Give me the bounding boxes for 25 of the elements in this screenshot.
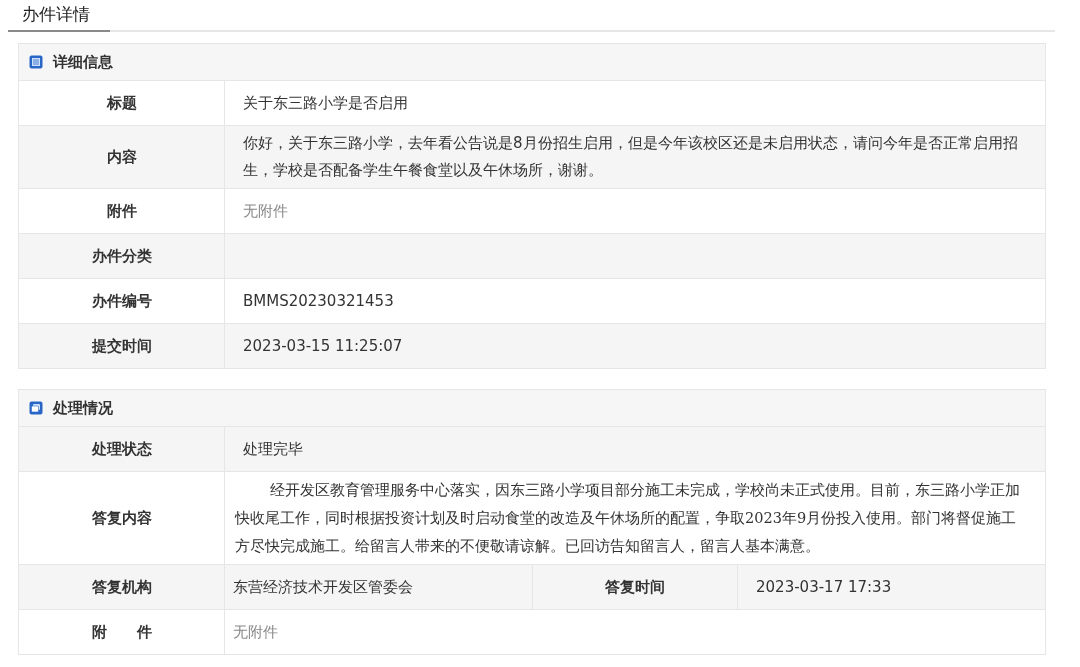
page-tab[interactable]: 办件详情 (8, 3, 110, 32)
field-label: 提交时间 (91, 336, 152, 356)
field-value: 处理完毕 (243, 439, 303, 459)
field-label: 办件分类 (91, 246, 152, 266)
field-value: 无附件 (243, 201, 288, 221)
section-title: 处理情况 (53, 398, 113, 418)
field-label: 附 件 (91, 622, 152, 642)
field-value: 2023-03-15 11:25:07 (243, 337, 403, 355)
reply-text: 经开发区教育管理服务中心落实，因东三路小学项目部分施工未完成，学校尚未正式使用。目前，东三路小学正加快收尾工作，同时根据投资计划及时启动食堂的改造及午休场所的配置，争取2023年9月份投入使用。部门将督促施工方尽快完成施工。给留言人带来的不便敬请谅解。已回访告知留言人，留言人基本满意。 (235, 481, 1021, 556)
field-label: 答复机构 (91, 577, 152, 597)
field-label: 标题 (106, 93, 137, 113)
field-value: 2023-03-17 17:33 (756, 578, 892, 596)
field-value: 关于东三路小学是否启用 (243, 93, 408, 113)
field-label: 附件 (106, 201, 137, 221)
field-label: 答复时间 (605, 577, 665, 597)
field-value: 无附件 (233, 622, 278, 642)
field-value: 东营经济技术开发区管委会 (233, 577, 413, 597)
field-label: 答复内容 (91, 508, 152, 528)
field-label: 内容 (106, 147, 137, 167)
field-label: 处理状态 (91, 439, 152, 459)
section-title: 详细信息 (53, 52, 113, 72)
field-value: BMMS20230321453 (243, 292, 394, 310)
field-value: 你好，关于东三路小学，去年看公告说是8月份招生启用，但是今年该校区还是未启用状态，请问今年是否正常启用招生，学校是否配备学生午餐食堂以及午休场所，谢谢。 (243, 133, 1019, 181)
field-label: 办件编号 (91, 291, 152, 311)
document-icon (29, 55, 43, 69)
